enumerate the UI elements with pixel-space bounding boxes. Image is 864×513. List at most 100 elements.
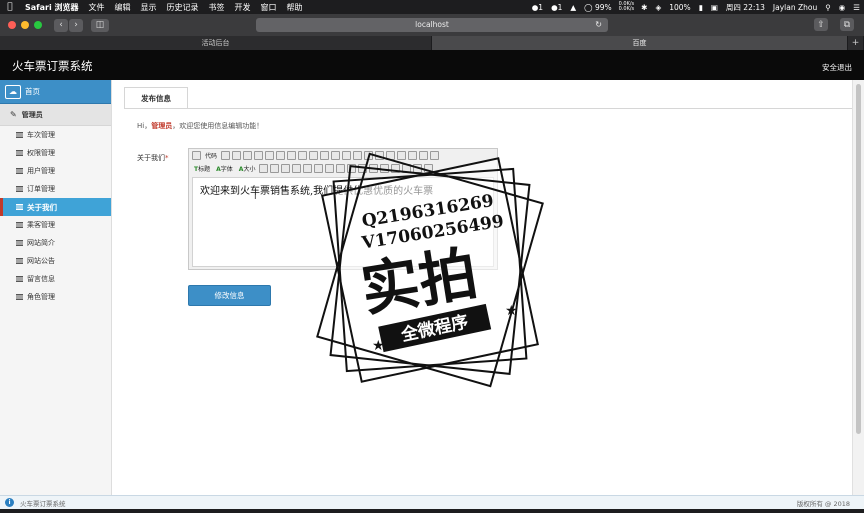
redo-icon[interactable] [254,151,264,160]
sidebar-item-permissions[interactable]: 权限管理 [0,144,111,162]
menu-bookmarks[interactable]: 书签 [204,2,230,13]
submit-button[interactable]: 修改信息 [188,285,271,306]
battery-percent[interactable]: 100% [665,3,694,12]
bluetooth-icon[interactable]: ✱ [637,3,651,12]
greeting: Hi，管理员，欢迎您使用信息编辑功能！ [137,121,263,131]
copy-icon[interactable] [287,151,297,160]
code-button[interactable]: 代码 [203,151,219,160]
bell-icon[interactable]: ▲ [566,3,580,12]
browser-tab-baidu[interactable]: 百度 [432,36,848,50]
ring-icon[interactable]: ◯ 99% [580,3,615,12]
logout-link[interactable]: 安全退出 [822,62,852,73]
highlight-icon[interactable] [270,164,280,173]
sidebar-item-label: 车次管理 [27,131,55,139]
apple-icon[interactable]:  [0,2,20,12]
sidebar-item-users[interactable]: 用户管理 [0,162,111,180]
network-speed: 0.0K/s 0.0K/s [616,2,638,12]
cut-icon[interactable] [276,151,286,160]
heading-label: 标题 [198,166,211,173]
minimize-window-button[interactable] [21,21,29,29]
reload-icon[interactable]: ↻ [595,18,602,32]
template-icon[interactable] [232,151,242,160]
list-icon [16,132,23,138]
menu-list-icon[interactable]: ☰ [849,3,864,12]
address-bar[interactable]: localhost ↻ [256,18,608,32]
sidebar-item-site-intro[interactable]: 网站简介 [0,234,111,252]
s-app-icon[interactable]: ▣ [707,3,722,12]
menu-develop[interactable]: 开发 [230,2,256,13]
person-icon[interactable]: ●1 [528,3,547,12]
list-icon [16,240,23,246]
close-window-button[interactable] [8,21,16,29]
page-scrollbar[interactable] [852,80,864,495]
sidebar-item-passengers[interactable]: 乘客管理 [0,216,111,234]
user-name[interactable]: Jaylan Zhou [769,3,821,12]
sidebar-group-admin[interactable]: ✎ 管理员 [0,104,111,126]
battery-icon: ▮ [698,2,703,12]
person-count: 1 [538,2,544,12]
list-icon [16,276,23,282]
preview-icon[interactable] [221,151,231,160]
app-header: 火车票订票系统 安全退出 [0,50,864,80]
sidebar-item-messages[interactable]: 留言信息 [0,270,111,288]
menu-help[interactable]: 帮助 [282,2,308,13]
sidebar-toggle-icon[interactable]: ◫ [91,18,109,32]
menu-view[interactable]: 显示 [136,2,162,13]
sidebar: ☁ 首页 ✎ 管理员 车次管理 权限管理 用户管理 订单管理 关于我们 乘客管理… [0,80,112,495]
menu-window[interactable]: 窗口 [256,2,282,13]
greeting-prefix: Hi， [137,122,152,130]
browser-tab-strip: 活动后台 百度 + [0,36,864,50]
greeting-role: 管理员 [151,122,173,130]
window-bottom-edge [0,509,864,513]
sidebar-home[interactable]: ☁ 首页 [0,80,111,104]
star-icon-right: ★ [505,303,518,319]
sidebar-item-trains[interactable]: 车次管理 [0,126,111,144]
chat-icon[interactable]: ●1 [547,3,566,12]
browser-tab-admin[interactable]: 活动后台 [0,36,432,50]
menu-history[interactable]: 历史记录 [162,2,204,13]
scrollbar-thumb[interactable] [856,84,861,434]
tabs-overview-icon[interactable]: ⧉ [840,18,854,31]
bold-icon[interactable] [281,164,291,173]
chat-count: 1 [557,2,563,12]
sidebar-item-label: 留言信息 [27,275,55,283]
star-icon-left: ★ [372,338,385,354]
size-button[interactable]: A大小 [237,164,258,173]
print-icon[interactable] [265,151,275,160]
cloud-icon: ☁ [5,84,21,99]
field-label: 关于我们* [137,153,169,163]
heading-button[interactable]: T标题 [192,164,212,173]
undo-icon[interactable] [243,151,253,160]
siri-icon[interactable]: ◉ [835,3,850,12]
list-icon [16,186,23,192]
forward-button[interactable]: › [69,18,83,32]
menu-edit[interactable]: 编辑 [110,2,136,13]
font-button[interactable]: A字体 [214,164,235,173]
text-color-icon[interactable] [259,164,269,173]
menu-app-name[interactable]: Safari 浏览器 [20,2,84,13]
clock[interactable]: 周四 22:13 [722,2,769,13]
sidebar-item-orders[interactable]: 订单管理 [0,180,111,198]
window-controls [8,21,42,29]
sidebar-home-label: 首页 [25,87,40,96]
required-marker: * [165,154,169,162]
share-icon[interactable]: ⇧ [814,18,828,31]
sidebar-item-label: 乘客管理 [27,221,55,229]
new-tab-button[interactable]: + [848,36,864,50]
sidebar-item-roles[interactable]: 角色管理 [0,288,111,306]
search-icon[interactable]: ⚲ [821,3,835,12]
wifi-icon[interactable]: ◈ [651,3,665,12]
address-text: localhost [415,20,449,29]
source-icon[interactable] [192,151,201,160]
back-button[interactable]: ‹ [54,18,68,32]
tab-divider [124,108,852,109]
list-icon [16,150,23,156]
sidebar-item-announcements[interactable]: 网站公告 [0,252,111,270]
zoom-window-button[interactable] [34,21,42,29]
net-down: 0.0K/s [618,6,635,12]
sidebar-item-about-us[interactable]: 关于我们 [0,198,111,216]
list-icon [16,168,23,174]
tab-publish-info[interactable]: 发布信息 [124,87,188,109]
list-icon [16,258,23,264]
menu-file[interactable]: 文件 [84,2,110,13]
